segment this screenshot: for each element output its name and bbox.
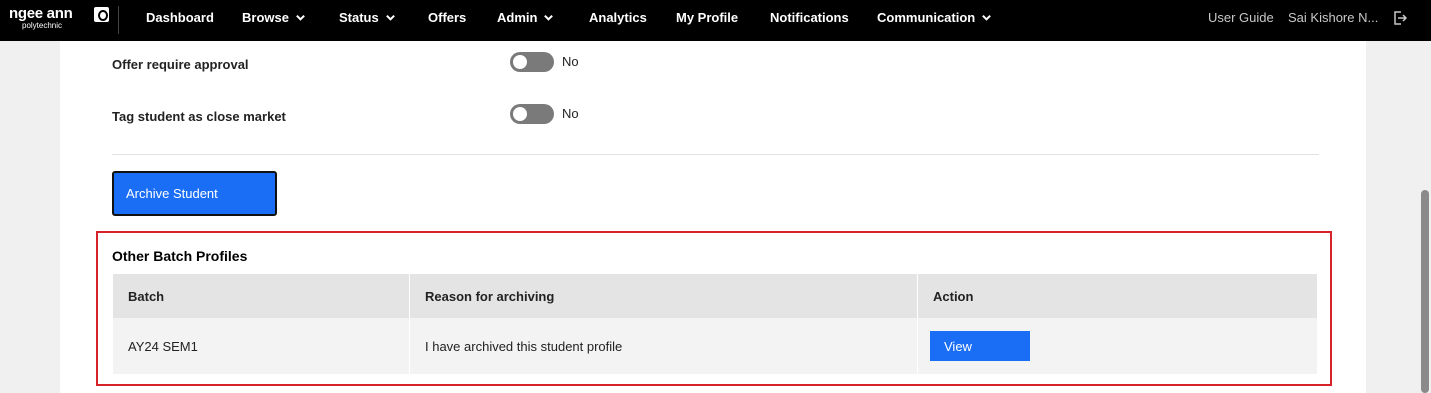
nav-item-label: Dashboard [146, 10, 214, 25]
nav-item-label: Communication [877, 10, 976, 25]
scrollbar-thumb[interactable] [1421, 190, 1429, 393]
user-menu[interactable]: Sai Kishore N... [1288, 10, 1378, 25]
nav-item-label: Browse [242, 10, 289, 25]
nav-item-communication[interactable]: Communication [877, 10, 992, 25]
nav-item-label: Analytics [589, 10, 647, 25]
archive-student-button[interactable]: Archive Student [112, 171, 277, 216]
nav-item-my-profile[interactable]: My Profile [676, 10, 738, 25]
logo-subtext: polytechnic [22, 21, 63, 30]
offer-approval-label: Offer require approval [112, 57, 249, 72]
nav-item-label: Status [339, 10, 379, 25]
chevron-down-icon [982, 14, 992, 21]
top-nav-bar: ngee ann polytechnic Dashboard Browse St… [0, 0, 1431, 41]
nav-item-label: Notifications [770, 10, 849, 25]
nav-item-dashboard[interactable]: Dashboard [146, 10, 214, 25]
column-header-batch: Batch [113, 274, 410, 318]
student-profile-card: Offer require approval No Tag student as… [60, 41, 1366, 393]
nav-item-analytics[interactable]: Analytics [589, 10, 647, 25]
logout-icon[interactable] [1392, 10, 1408, 26]
table-header-row: Batch Reason for archiving Action [113, 274, 1317, 318]
ngee-ann-logo[interactable]: ngee ann polytechnic [9, 4, 131, 32]
column-header-action: Action [933, 288, 974, 304]
view-button[interactable]: View [930, 331, 1030, 361]
chevron-down-icon [296, 14, 305, 21]
other-batch-profiles-title: Other Batch Profiles [112, 248, 248, 264]
close-market-label: Tag student as close market [112, 109, 286, 124]
chevron-down-icon [544, 14, 554, 21]
reason-cell: I have archived this student profile [410, 318, 918, 374]
nav-item-notifications[interactable]: Notifications [770, 10, 849, 25]
column-header-reason: Reason for archiving [410, 274, 918, 318]
section-divider [112, 154, 1319, 155]
nav-item-browse[interactable]: Browse [242, 10, 306, 25]
action-cell: View [918, 318, 1317, 374]
toggle-knob [513, 107, 527, 121]
user-guide-link[interactable]: User Guide [1208, 10, 1274, 25]
nav-item-label: Admin [497, 10, 538, 25]
nav-item-admin[interactable]: Admin [497, 10, 554, 25]
batch-cell: AY24 SEM1 [113, 318, 410, 374]
logo-badge-icon [94, 7, 109, 22]
offer-approval-toggle[interactable] [510, 52, 554, 72]
close-market-value: No [562, 106, 579, 121]
nav-item-label: Offers [428, 10, 467, 25]
batch-profiles-table: Batch Reason for archiving Action AY24 S… [113, 274, 1317, 374]
table-row: AY24 SEM1 I have archived this student p… [113, 318, 1317, 374]
nav-item-label: My Profile [676, 10, 739, 25]
nav-item-status[interactable]: Status [339, 10, 396, 25]
chevron-down-icon [385, 14, 395, 21]
toggle-knob [513, 55, 527, 69]
logo-text: ngee ann [9, 5, 73, 22]
close-market-toggle[interactable] [510, 104, 554, 124]
nav-divider [118, 6, 119, 34]
nav-item-offers[interactable]: Offers [428, 10, 466, 25]
offer-approval-value: No [562, 54, 579, 69]
